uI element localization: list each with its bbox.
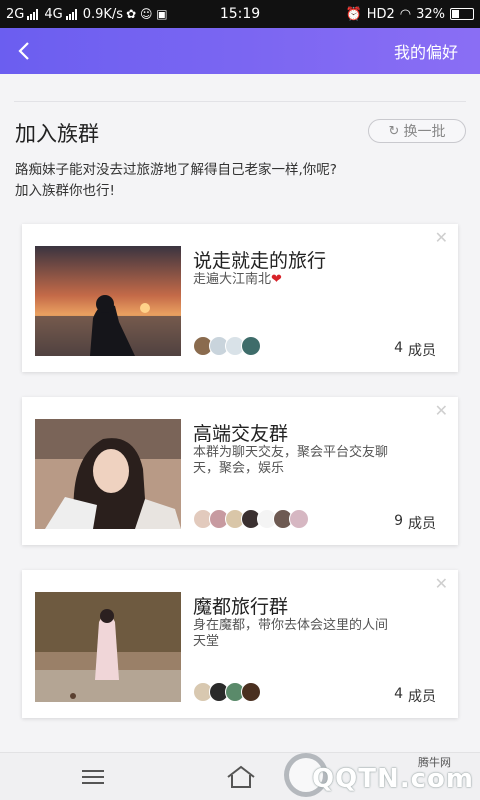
member-count: 4 成员 xyxy=(394,686,436,705)
description-line: 路痴妹子能对没去过旅游地了解得自己老家一样,你呢? xyxy=(15,162,337,178)
member-count: 9 成员 xyxy=(394,513,436,532)
member-count: 4 成员 xyxy=(394,340,436,359)
group-title: 说走就走的旅行 xyxy=(193,250,327,272)
group-thumbnail xyxy=(35,592,181,702)
section-title: 加入族群 xyxy=(15,122,99,146)
group-card[interactable]: ✕ 说走就走的旅行 走遍大江南北❤ 4 成员 xyxy=(22,224,458,372)
network-speed: 0.9K/s xyxy=(82,6,124,22)
description-line: 加入族群你也行! xyxy=(15,183,115,199)
chevron-left-icon xyxy=(18,42,29,60)
group-subtitle: 身在魔都，带你去体会这里的人间天堂 xyxy=(193,618,389,649)
app-header: 我的偏好 xyxy=(0,28,480,74)
section-description: 路痴妹子能对没去过旅游地了解得自己老家一样,你呢? 加入族群你也行! xyxy=(15,160,455,202)
network-2g-label: 2G xyxy=(6,6,25,22)
group-subtitle: 本群为聊天交友，聚会平台交友聊天，聚会，娱乐 xyxy=(193,445,389,476)
battery-icon xyxy=(450,8,474,20)
status-bar: 2G 4G 0.9K/s ✿ ☺ ▣ 15:19 ⏰ HD2 ◠ 32% xyxy=(0,0,480,28)
menu-icon[interactable] xyxy=(82,770,104,784)
divider xyxy=(14,101,466,102)
refresh-button[interactable]: ↻ 换一批 xyxy=(368,119,466,143)
signal-icon xyxy=(65,8,80,20)
group-title: 高端交友群 xyxy=(193,423,289,445)
watermark-small-text: 腾牛网 xyxy=(418,756,451,769)
my-preferences-button[interactable]: 我的偏好 xyxy=(394,39,458,63)
network-4g-label: 4G xyxy=(44,6,63,22)
group-subtitle: 走遍大江南北❤ xyxy=(193,272,282,287)
hd-label: HD2 xyxy=(366,6,395,22)
member-avatars xyxy=(193,509,309,529)
avatar xyxy=(241,336,261,356)
back-button[interactable] xyxy=(0,28,48,74)
dismiss-button[interactable]: ✕ xyxy=(435,574,448,593)
battery-percent: 32% xyxy=(416,6,445,22)
alarm-icon: ⏰ xyxy=(345,6,362,22)
dismiss-button[interactable]: ✕ xyxy=(435,228,448,247)
app-notification-icon: ✿ ☺ ▣ xyxy=(126,7,168,21)
avatar xyxy=(241,682,261,702)
member-avatars xyxy=(193,682,261,702)
group-card[interactable]: ✕ 魔都旅行群 身在魔都，带你去体会这里的人间天堂 4 成员 xyxy=(22,570,458,718)
heart-icon: ❤ xyxy=(271,272,282,287)
group-thumbnail xyxy=(35,246,181,356)
signal-icon xyxy=(27,8,41,20)
dismiss-button[interactable]: ✕ xyxy=(435,401,448,420)
home-icon[interactable] xyxy=(226,765,256,789)
member-avatars xyxy=(193,336,261,356)
group-thumbnail xyxy=(35,419,181,529)
group-title: 魔都旅行群 xyxy=(193,596,289,618)
refresh-icon: ↻ xyxy=(388,123,400,139)
wifi-icon: ◠ xyxy=(399,6,412,22)
refresh-label: 换一批 xyxy=(403,124,446,140)
avatar xyxy=(289,509,309,529)
group-card[interactable]: ✕ 高端交友群 本群为聊天交友，聚会平台交友聊天，聚会，娱乐 9 成员 xyxy=(22,397,458,545)
